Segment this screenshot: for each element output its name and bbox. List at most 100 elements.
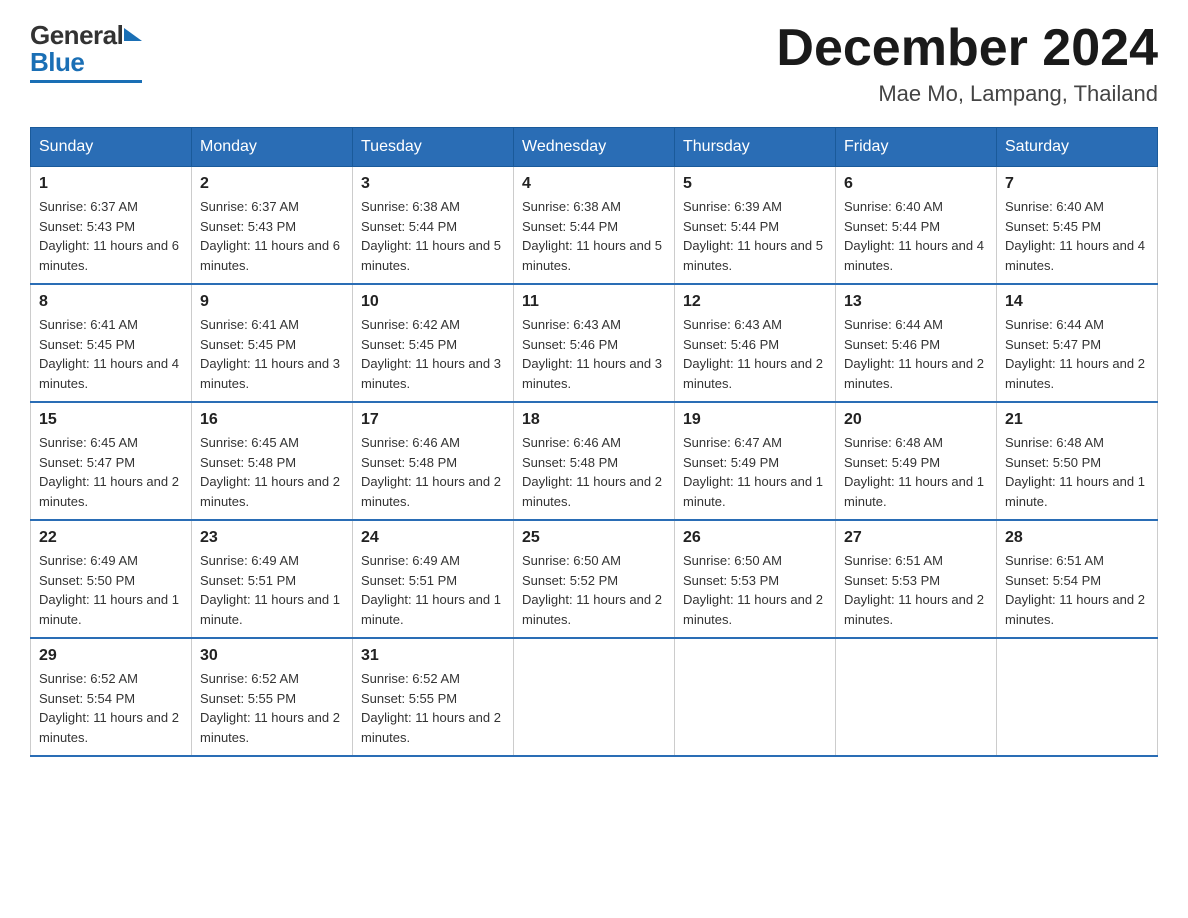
day-number: 5 bbox=[683, 175, 827, 193]
day-number: 20 bbox=[844, 411, 988, 429]
calendar-cell: 9 Sunrise: 6:41 AMSunset: 5:45 PMDayligh… bbox=[192, 284, 353, 402]
page-header: General Blue December 2024 Mae Mo, Lampa… bbox=[30, 20, 1158, 107]
day-number: 26 bbox=[683, 529, 827, 547]
day-number: 1 bbox=[39, 175, 183, 193]
day-info: Sunrise: 6:43 AMSunset: 5:46 PMDaylight:… bbox=[683, 317, 823, 391]
calendar-cell: 7 Sunrise: 6:40 AMSunset: 5:45 PMDayligh… bbox=[997, 167, 1158, 285]
col-header-thursday: Thursday bbox=[675, 128, 836, 167]
week-row-3: 15 Sunrise: 6:45 AMSunset: 5:47 PMDaylig… bbox=[31, 402, 1158, 520]
day-info: Sunrise: 6:44 AMSunset: 5:47 PMDaylight:… bbox=[1005, 317, 1145, 391]
day-number: 13 bbox=[844, 293, 988, 311]
day-info: Sunrise: 6:46 AMSunset: 5:48 PMDaylight:… bbox=[522, 435, 662, 509]
day-info: Sunrise: 6:51 AMSunset: 5:53 PMDaylight:… bbox=[844, 553, 984, 627]
day-info: Sunrise: 6:49 AMSunset: 5:51 PMDaylight:… bbox=[200, 553, 340, 627]
day-number: 16 bbox=[200, 411, 344, 429]
calendar-cell: 19 Sunrise: 6:47 AMSunset: 5:49 PMDaylig… bbox=[675, 402, 836, 520]
calendar-cell: 3 Sunrise: 6:38 AMSunset: 5:44 PMDayligh… bbox=[353, 167, 514, 285]
calendar-cell bbox=[836, 638, 997, 756]
calendar-cell: 23 Sunrise: 6:49 AMSunset: 5:51 PMDaylig… bbox=[192, 520, 353, 638]
day-number: 11 bbox=[522, 293, 666, 311]
day-info: Sunrise: 6:49 AMSunset: 5:50 PMDaylight:… bbox=[39, 553, 179, 627]
calendar-cell: 16 Sunrise: 6:45 AMSunset: 5:48 PMDaylig… bbox=[192, 402, 353, 520]
calendar-cell: 27 Sunrise: 6:51 AMSunset: 5:53 PMDaylig… bbox=[836, 520, 997, 638]
day-number: 19 bbox=[683, 411, 827, 429]
day-info: Sunrise: 6:46 AMSunset: 5:48 PMDaylight:… bbox=[361, 435, 501, 509]
calendar-cell: 13 Sunrise: 6:44 AMSunset: 5:46 PMDaylig… bbox=[836, 284, 997, 402]
day-info: Sunrise: 6:52 AMSunset: 5:55 PMDaylight:… bbox=[200, 671, 340, 745]
day-info: Sunrise: 6:43 AMSunset: 5:46 PMDaylight:… bbox=[522, 317, 662, 391]
calendar-cell bbox=[997, 638, 1158, 756]
day-number: 23 bbox=[200, 529, 344, 547]
calendar-cell: 28 Sunrise: 6:51 AMSunset: 5:54 PMDaylig… bbox=[997, 520, 1158, 638]
calendar-cell: 4 Sunrise: 6:38 AMSunset: 5:44 PMDayligh… bbox=[514, 167, 675, 285]
day-number: 27 bbox=[844, 529, 988, 547]
day-info: Sunrise: 6:40 AMSunset: 5:44 PMDaylight:… bbox=[844, 199, 984, 273]
day-info: Sunrise: 6:52 AMSunset: 5:55 PMDaylight:… bbox=[361, 671, 501, 745]
title-section: December 2024 Mae Mo, Lampang, Thailand bbox=[776, 20, 1158, 107]
day-info: Sunrise: 6:41 AMSunset: 5:45 PMDaylight:… bbox=[200, 317, 340, 391]
calendar-cell: 20 Sunrise: 6:48 AMSunset: 5:49 PMDaylig… bbox=[836, 402, 997, 520]
calendar-cell: 24 Sunrise: 6:49 AMSunset: 5:51 PMDaylig… bbox=[353, 520, 514, 638]
calendar-cell: 12 Sunrise: 6:43 AMSunset: 5:46 PMDaylig… bbox=[675, 284, 836, 402]
calendar-cell: 31 Sunrise: 6:52 AMSunset: 5:55 PMDaylig… bbox=[353, 638, 514, 756]
calendar-cell bbox=[675, 638, 836, 756]
calendar-cell: 17 Sunrise: 6:46 AMSunset: 5:48 PMDaylig… bbox=[353, 402, 514, 520]
calendar-header-row: Sunday Monday Tuesday Wednesday Thursday… bbox=[31, 128, 1158, 167]
week-row-4: 22 Sunrise: 6:49 AMSunset: 5:50 PMDaylig… bbox=[31, 520, 1158, 638]
day-info: Sunrise: 6:52 AMSunset: 5:54 PMDaylight:… bbox=[39, 671, 179, 745]
day-number: 24 bbox=[361, 529, 505, 547]
day-info: Sunrise: 6:51 AMSunset: 5:54 PMDaylight:… bbox=[1005, 553, 1145, 627]
calendar-cell: 30 Sunrise: 6:52 AMSunset: 5:55 PMDaylig… bbox=[192, 638, 353, 756]
day-info: Sunrise: 6:45 AMSunset: 5:47 PMDaylight:… bbox=[39, 435, 179, 509]
col-header-monday: Monday bbox=[192, 128, 353, 167]
day-number: 12 bbox=[683, 293, 827, 311]
week-row-1: 1 Sunrise: 6:37 AMSunset: 5:43 PMDayligh… bbox=[31, 167, 1158, 285]
calendar-table: Sunday Monday Tuesday Wednesday Thursday… bbox=[30, 127, 1158, 757]
day-info: Sunrise: 6:48 AMSunset: 5:50 PMDaylight:… bbox=[1005, 435, 1145, 509]
day-number: 14 bbox=[1005, 293, 1149, 311]
day-number: 25 bbox=[522, 529, 666, 547]
calendar-cell: 5 Sunrise: 6:39 AMSunset: 5:44 PMDayligh… bbox=[675, 167, 836, 285]
day-number: 9 bbox=[200, 293, 344, 311]
day-info: Sunrise: 6:45 AMSunset: 5:48 PMDaylight:… bbox=[200, 435, 340, 509]
calendar-cell: 15 Sunrise: 6:45 AMSunset: 5:47 PMDaylig… bbox=[31, 402, 192, 520]
col-header-sunday: Sunday bbox=[31, 128, 192, 167]
day-number: 29 bbox=[39, 647, 183, 665]
month-title: December 2024 bbox=[776, 20, 1158, 77]
day-info: Sunrise: 6:47 AMSunset: 5:49 PMDaylight:… bbox=[683, 435, 823, 509]
calendar-cell: 6 Sunrise: 6:40 AMSunset: 5:44 PMDayligh… bbox=[836, 167, 997, 285]
day-number: 18 bbox=[522, 411, 666, 429]
day-info: Sunrise: 6:44 AMSunset: 5:46 PMDaylight:… bbox=[844, 317, 984, 391]
calendar-cell: 1 Sunrise: 6:37 AMSunset: 5:43 PMDayligh… bbox=[31, 167, 192, 285]
logo: General Blue bbox=[30, 20, 142, 83]
week-row-2: 8 Sunrise: 6:41 AMSunset: 5:45 PMDayligh… bbox=[31, 284, 1158, 402]
day-number: 7 bbox=[1005, 175, 1149, 193]
calendar-cell: 18 Sunrise: 6:46 AMSunset: 5:48 PMDaylig… bbox=[514, 402, 675, 520]
day-info: Sunrise: 6:41 AMSunset: 5:45 PMDaylight:… bbox=[39, 317, 179, 391]
day-info: Sunrise: 6:48 AMSunset: 5:49 PMDaylight:… bbox=[844, 435, 984, 509]
calendar-cell: 21 Sunrise: 6:48 AMSunset: 5:50 PMDaylig… bbox=[997, 402, 1158, 520]
col-header-tuesday: Tuesday bbox=[353, 128, 514, 167]
day-number: 22 bbox=[39, 529, 183, 547]
col-header-wednesday: Wednesday bbox=[514, 128, 675, 167]
day-number: 15 bbox=[39, 411, 183, 429]
day-number: 30 bbox=[200, 647, 344, 665]
calendar-cell: 29 Sunrise: 6:52 AMSunset: 5:54 PMDaylig… bbox=[31, 638, 192, 756]
day-number: 3 bbox=[361, 175, 505, 193]
location-title: Mae Mo, Lampang, Thailand bbox=[776, 81, 1158, 107]
day-info: Sunrise: 6:42 AMSunset: 5:45 PMDaylight:… bbox=[361, 317, 501, 391]
calendar-cell: 8 Sunrise: 6:41 AMSunset: 5:45 PMDayligh… bbox=[31, 284, 192, 402]
day-info: Sunrise: 6:39 AMSunset: 5:44 PMDaylight:… bbox=[683, 199, 823, 273]
day-info: Sunrise: 6:49 AMSunset: 5:51 PMDaylight:… bbox=[361, 553, 501, 627]
day-number: 8 bbox=[39, 293, 183, 311]
calendar-cell: 2 Sunrise: 6:37 AMSunset: 5:43 PMDayligh… bbox=[192, 167, 353, 285]
logo-blue: Blue bbox=[30, 47, 84, 78]
col-header-friday: Friday bbox=[836, 128, 997, 167]
day-info: Sunrise: 6:37 AMSunset: 5:43 PMDaylight:… bbox=[200, 199, 340, 273]
day-info: Sunrise: 6:38 AMSunset: 5:44 PMDaylight:… bbox=[522, 199, 662, 273]
calendar-cell: 25 Sunrise: 6:50 AMSunset: 5:52 PMDaylig… bbox=[514, 520, 675, 638]
day-number: 4 bbox=[522, 175, 666, 193]
day-info: Sunrise: 6:40 AMSunset: 5:45 PMDaylight:… bbox=[1005, 199, 1145, 273]
calendar-cell bbox=[514, 638, 675, 756]
day-number: 10 bbox=[361, 293, 505, 311]
